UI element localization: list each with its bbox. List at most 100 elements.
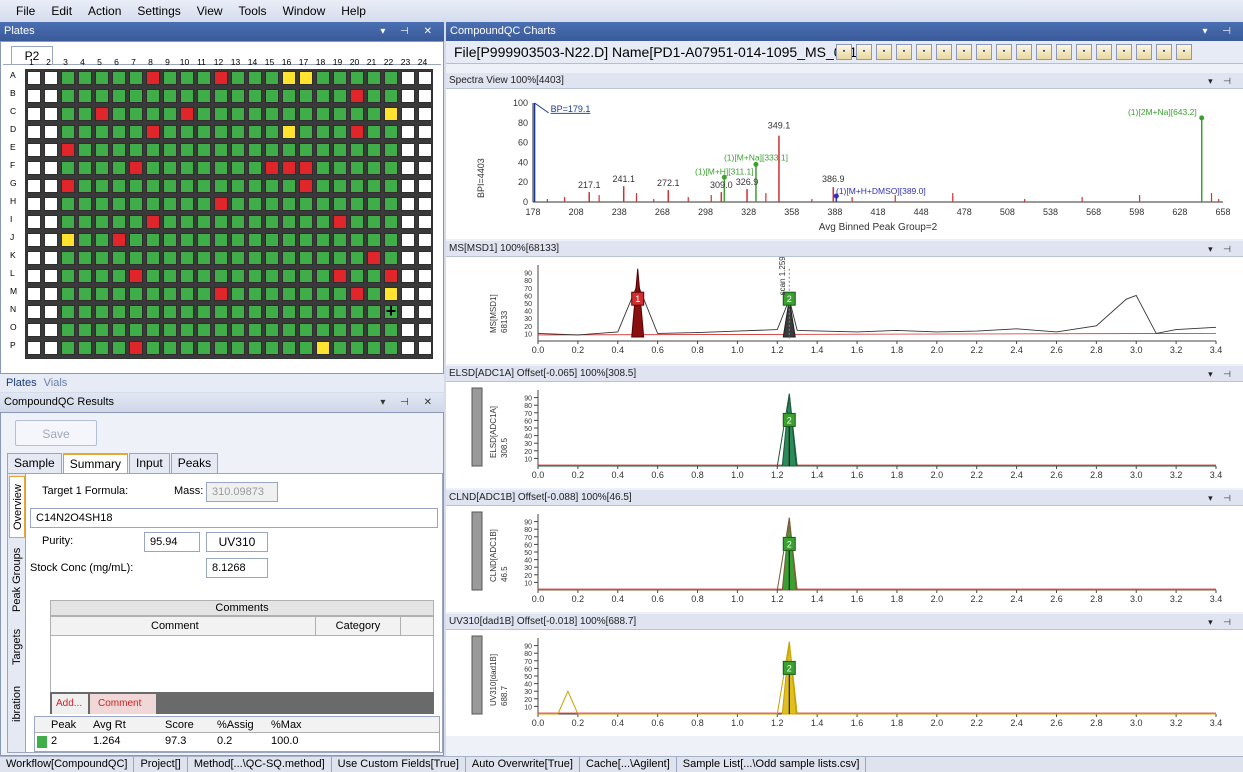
plate-well[interactable] (112, 179, 126, 193)
plate-well[interactable] (401, 71, 415, 85)
plate-well[interactable] (129, 125, 143, 139)
plate-well[interactable] (112, 143, 126, 157)
plate-well[interactable] (146, 179, 160, 193)
plate-well[interactable] (299, 89, 313, 103)
plate-well[interactable] (197, 107, 211, 121)
plate-well[interactable] (231, 323, 245, 337)
menu-file[interactable]: File (8, 0, 43, 22)
plate-well[interactable] (146, 143, 160, 157)
side-tab-calibration[interactable]: ibration (9, 676, 25, 732)
plate-well[interactable] (129, 269, 143, 283)
uv-controls[interactable]: ▾ ⊣ (1208, 614, 1235, 630)
plate-well[interactable] (418, 197, 432, 211)
plate-well[interactable] (299, 251, 313, 265)
purity-detector-button[interactable]: UV310 (206, 532, 268, 552)
plate-well[interactable] (112, 287, 126, 301)
plate-well[interactable] (146, 233, 160, 247)
plate-well[interactable] (95, 341, 109, 355)
clnd-controls[interactable]: ▾ ⊣ (1208, 490, 1235, 506)
plate-well[interactable] (129, 143, 143, 157)
table-icon[interactable]: ▪ (856, 44, 872, 60)
plate-well[interactable] (112, 323, 126, 337)
plate-well[interactable] (95, 89, 109, 103)
plate-well[interactable] (333, 107, 347, 121)
plate-well[interactable] (265, 179, 279, 193)
plate-well[interactable] (299, 125, 313, 139)
plate-well[interactable] (180, 251, 194, 265)
plate-well[interactable] (350, 323, 364, 337)
plate-well[interactable] (282, 305, 296, 319)
plate-well[interactable] (316, 125, 330, 139)
bars-icon[interactable]: ▪ (996, 44, 1012, 60)
plate-well[interactable] (418, 215, 432, 229)
plate-well[interactable] (265, 71, 279, 85)
plate-well[interactable] (163, 179, 177, 193)
plate-well[interactable] (214, 251, 228, 265)
plate-well[interactable] (146, 287, 160, 301)
plate-well[interactable] (44, 71, 58, 85)
plate-well[interactable] (299, 269, 313, 283)
plate-well[interactable] (146, 305, 160, 319)
plate-well[interactable] (418, 287, 432, 301)
plate-well[interactable] (44, 287, 58, 301)
plate-well[interactable] (214, 305, 228, 319)
plate-well[interactable] (282, 197, 296, 211)
plate-well[interactable] (61, 287, 75, 301)
peak-box-icon[interactable]: ▪ (1096, 44, 1112, 60)
spectra-plot[interactable]: 178 208 238 268 298 328 358 388 418 448 478 508 538 5… (446, 89, 1243, 239)
plate-well[interactable] (401, 143, 415, 157)
plate-well[interactable] (146, 125, 160, 139)
plate-well[interactable] (197, 215, 211, 229)
plate-well[interactable] (27, 251, 41, 265)
plate-well[interactable] (418, 269, 432, 283)
charts-panel-controls[interactable]: ▾ ⊣ (1202, 22, 1237, 41)
plate-well[interactable] (78, 143, 92, 157)
plate-well[interactable] (129, 107, 143, 121)
plate-well[interactable] (401, 323, 415, 337)
plate-well[interactable] (384, 287, 398, 301)
plate-well[interactable] (384, 179, 398, 193)
plate-well[interactable] (350, 197, 364, 211)
plate-well[interactable] (265, 215, 279, 229)
plate-well[interactable] (384, 161, 398, 175)
plate-well[interactable] (180, 161, 194, 175)
plate-well[interactable] (367, 269, 381, 283)
plate-well[interactable] (418, 323, 432, 337)
plate-well[interactable] (197, 161, 211, 175)
plate-well[interactable] (248, 89, 262, 103)
plate-well[interactable] (333, 179, 347, 193)
plate-well[interactable] (418, 71, 432, 85)
plate-well[interactable] (112, 161, 126, 175)
plate-well[interactable] (248, 161, 262, 175)
peak-max[interactable]: 100.0 (271, 735, 299, 747)
col-avg-rt[interactable]: Avg Rt (93, 719, 126, 731)
plate-well[interactable] (265, 251, 279, 265)
plate-well[interactable] (418, 89, 432, 103)
plate-well[interactable] (316, 287, 330, 301)
plate-well[interactable] (350, 251, 364, 265)
plate-well[interactable] (316, 269, 330, 283)
purity-field[interactable]: 95.94 (144, 532, 200, 552)
plate-well[interactable] (384, 197, 398, 211)
peak-avg-rt[interactable]: 1.264 (93, 735, 121, 747)
plate-well[interactable] (95, 305, 109, 319)
plate-well[interactable] (197, 305, 211, 319)
plate-well[interactable] (180, 89, 194, 103)
plate-well[interactable] (384, 251, 398, 265)
plate-well[interactable] (418, 305, 432, 319)
plate-well[interactable] (78, 89, 92, 103)
plate-well[interactable] (44, 341, 58, 355)
plate-well[interactable] (333, 233, 347, 247)
plate-well[interactable] (197, 89, 211, 103)
plate-well[interactable] (333, 89, 347, 103)
plate-well[interactable] (248, 341, 262, 355)
plate-well[interactable] (384, 233, 398, 247)
list-icon[interactable]: ▪ (896, 44, 912, 60)
plate-well[interactable] (333, 269, 347, 283)
plate-well[interactable] (248, 269, 262, 283)
plate-well[interactable] (418, 341, 432, 355)
plate-well[interactable] (197, 323, 211, 337)
plate-well[interactable] (248, 233, 262, 247)
plate-well[interactable] (333, 323, 347, 337)
plate-well[interactable] (265, 269, 279, 283)
